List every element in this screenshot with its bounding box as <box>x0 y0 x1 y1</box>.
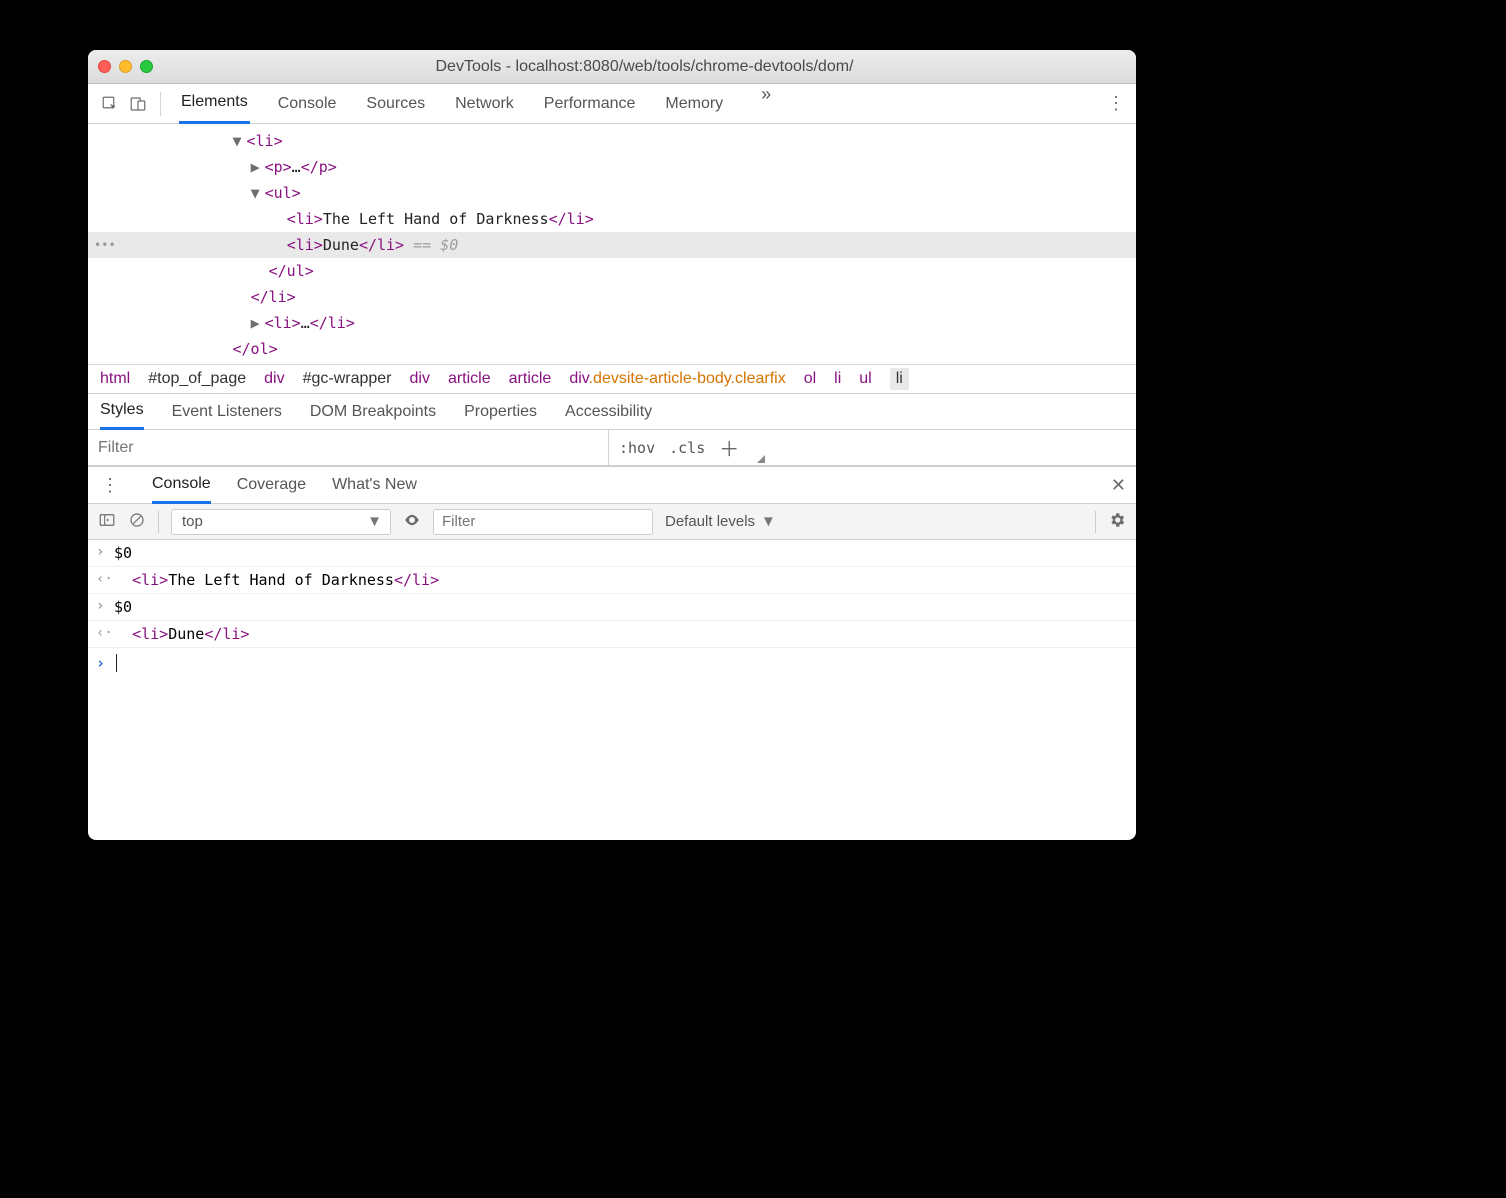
tab-network[interactable]: Network <box>453 84 516 124</box>
drawer-tabs: ⋮ Console Coverage What's New ✕ <box>88 466 1136 504</box>
crumb[interactable]: article <box>448 370 491 388</box>
titlebar: DevTools - localhost:8080/web/tools/chro… <box>88 50 1136 84</box>
styles-toolbar: :hov .cls ＋ <box>88 430 1136 466</box>
dom-node[interactable]: ▶<li>…</li> <box>88 310 1136 336</box>
console-row[interactable]: ‹· <li>The Left Hand of Darkness</li> <box>88 567 1136 594</box>
input-chevron-icon: › <box>96 544 114 560</box>
crumb[interactable]: ol <box>804 370 816 388</box>
inspect-element-icon[interactable] <box>96 95 124 113</box>
context-label: top <box>182 513 203 530</box>
crumb[interactable]: #top_of_page <box>148 370 246 388</box>
dom-node[interactable]: </ol> <box>88 336 1136 362</box>
window-title: DevTools - localhost:8080/web/tools/chro… <box>163 58 1126 76</box>
elements-subtabs: Styles Event Listeners DOM Breakpoints P… <box>88 394 1136 430</box>
zoom-window-button[interactable] <box>140 60 153 73</box>
subtab-dom-breakpoints[interactable]: DOM Breakpoints <box>310 394 436 430</box>
crumb[interactable]: li <box>834 370 841 388</box>
console-row[interactable]: › $0 <box>88 540 1136 567</box>
window-controls <box>98 60 153 73</box>
main-toolbar: Elements Console Sources Network Perform… <box>88 84 1136 124</box>
clear-console-icon[interactable] <box>128 511 146 533</box>
styles-filter-input[interactable] <box>88 430 608 465</box>
console-row[interactable]: › $0 <box>88 594 1136 621</box>
console-toolbar: top ▼ Default levels ▼ <box>88 504 1136 540</box>
text-caret <box>116 654 117 672</box>
chevron-down-icon: ▼ <box>761 513 776 530</box>
new-style-rule-icon[interactable]: ＋ <box>719 433 739 462</box>
hov-toggle[interactable]: :hov <box>619 439 655 457</box>
close-window-button[interactable] <box>98 60 111 73</box>
tab-performance[interactable]: Performance <box>542 84 638 124</box>
drawer-tab-whats-new[interactable]: What's New <box>332 466 417 504</box>
resize-corner-icon[interactable] <box>753 430 767 465</box>
drawer-tab-coverage[interactable]: Coverage <box>237 466 306 504</box>
console-filter-input[interactable] <box>433 509 653 535</box>
chevron-down-icon: ▼ <box>367 513 382 530</box>
tab-sources[interactable]: Sources <box>364 84 427 124</box>
crumb[interactable]: div.devsite-article-body.clearfix <box>569 370 785 388</box>
dom-node[interactable]: ▼<li> <box>88 128 1136 154</box>
dom-node[interactable]: <li>The Left Hand of Darkness</li> <box>88 206 1136 232</box>
tab-memory[interactable]: Memory <box>663 84 725 124</box>
dom-node[interactable]: ▶<p>…</p> <box>88 154 1136 180</box>
output-chevron-icon: ‹· <box>96 625 114 641</box>
toolbar-divider <box>160 92 161 116</box>
devtools-window: DevTools - localhost:8080/web/tools/chro… <box>88 50 1136 840</box>
input-chevron-icon: › <box>96 598 114 614</box>
crumb[interactable]: article <box>509 370 552 388</box>
settings-kebab-icon[interactable]: ⋮ <box>1104 93 1128 114</box>
subtab-accessibility[interactable]: Accessibility <box>565 394 652 430</box>
crumb[interactable]: ul <box>859 370 871 388</box>
minimize-window-button[interactable] <box>119 60 132 73</box>
console-output[interactable]: › $0 ‹· <li>The Left Hand of Darkness</l… <box>88 540 1136 840</box>
console-prompt[interactable]: › <box>88 648 1136 678</box>
output-chevron-icon: ‹· <box>96 571 114 587</box>
drawer-kebab-icon[interactable]: ⋮ <box>98 475 122 496</box>
log-levels-select[interactable]: Default levels ▼ <box>665 513 776 530</box>
elements-dom-tree[interactable]: ▼<li> ▶<p>…</p> ▼<ul> <li>The Left Hand … <box>88 124 1136 364</box>
subtab-event-listeners[interactable]: Event Listeners <box>172 394 282 430</box>
crumb[interactable]: html <box>100 370 130 388</box>
execution-context-select[interactable]: top ▼ <box>171 509 391 535</box>
dom-breadcrumb[interactable]: html #top_of_page div #gc-wrapper div ar… <box>88 364 1136 394</box>
drawer-close-icon[interactable]: ✕ <box>1111 475 1126 496</box>
dom-node[interactable]: ▼<ul> <box>88 180 1136 206</box>
console-sidebar-toggle-icon[interactable] <box>98 511 116 533</box>
tab-console[interactable]: Console <box>276 84 339 124</box>
dom-node[interactable]: </ul> <box>88 258 1136 284</box>
main-tabs: Elements Console Sources Network Perform… <box>179 84 1104 124</box>
dom-node[interactable]: </li> <box>88 284 1136 310</box>
console-settings-icon[interactable] <box>1108 511 1126 533</box>
console-row[interactable]: ‹· <li>Dune</li> <box>88 621 1136 648</box>
more-tabs-icon[interactable]: » <box>751 84 781 124</box>
crumb[interactable]: div <box>264 370 284 388</box>
subtab-styles[interactable]: Styles <box>100 394 144 430</box>
cls-toggle[interactable]: .cls <box>669 439 705 457</box>
subtab-properties[interactable]: Properties <box>464 394 537 430</box>
gutter-dots-icon[interactable]: ••• <box>94 232 116 258</box>
crumb[interactable]: #gc-wrapper <box>303 370 392 388</box>
drawer-tab-console[interactable]: Console <box>152 466 211 504</box>
crumb-current[interactable]: li <box>890 368 909 390</box>
crumb[interactable]: div <box>410 370 430 388</box>
device-toolbar-icon[interactable] <box>124 95 152 113</box>
prompt-chevron-icon: › <box>96 654 114 672</box>
live-expression-icon[interactable] <box>403 511 421 533</box>
dom-node-selected[interactable]: ••• <li>Dune</li> == $0 <box>88 232 1136 258</box>
tab-elements[interactable]: Elements <box>179 84 250 124</box>
